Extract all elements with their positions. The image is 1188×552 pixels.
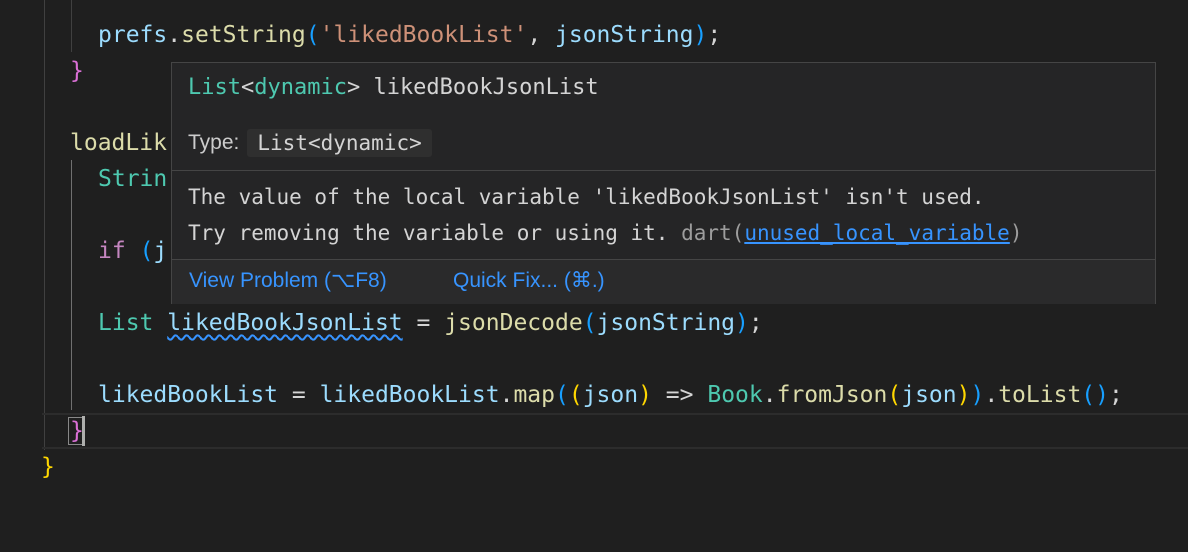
token: setString (181, 22, 306, 48)
token: } (70, 58, 84, 84)
sig-type: List (188, 75, 241, 100)
token: jsonDecode (444, 310, 583, 336)
token: ( (582, 310, 597, 336)
code-line-7[interactable]: likedBookList = likedBookList.map((json)… (98, 378, 1123, 412)
code-line-9[interactable]: } (41, 450, 55, 484)
code-line-3[interactable]: loadLik (70, 126, 167, 160)
code-line-5[interactable]: if (j (98, 234, 167, 268)
token: . (499, 382, 514, 408)
token: json (582, 382, 639, 408)
token: . (762, 382, 777, 408)
code-line-1[interactable]: prefs.setString('likedBookList', jsonStr… (98, 18, 721, 52)
hover-tooltip[interactable]: List<dynamic> likedBookJsonList Type: Li… (171, 62, 1156, 304)
token: jsonString (555, 22, 694, 48)
token: Strin (98, 166, 168, 192)
divider (172, 170, 1155, 171)
token: ; (1109, 382, 1123, 408)
token: ( (554, 382, 569, 408)
token: ) (638, 382, 652, 408)
token: ) (956, 382, 971, 408)
token: json (901, 382, 957, 408)
token: jsonString (596, 310, 736, 336)
token: likedBookList (98, 382, 279, 408)
token: likedBookList (319, 382, 500, 408)
token: ) (970, 382, 985, 408)
token: = (402, 310, 445, 336)
token: fromJson (776, 382, 888, 408)
hover-actions-bar: View Problem (⌥F8) Quick Fix... (⌘.) (172, 259, 1155, 304)
token: => (651, 382, 708, 408)
type-label: Type: (188, 131, 240, 154)
diagnostic-code-link[interactable]: unused_local_variable (744, 221, 1010, 245)
message-line-2: Try removing the variable or using it. (188, 221, 682, 245)
token: map (513, 382, 555, 408)
indent-guide-active (71, 160, 72, 410)
message-line-1: The value of the local variable 'likedBo… (188, 185, 985, 209)
token: prefs (98, 22, 168, 48)
sig-gt: > (346, 75, 361, 100)
unused-variable-token[interactable]: likedBookJsonList (167, 310, 402, 336)
diagnostic-source: dart( (681, 221, 745, 245)
code-editor[interactable]: prefs.setString('likedBookList', jsonStr… (0, 0, 1188, 552)
type-value: List<dynamic> (247, 129, 432, 157)
token: ( (568, 382, 583, 408)
token: ) (693, 22, 708, 48)
current-line-highlight (42, 413, 1188, 449)
sig-generic: dynamic (254, 75, 347, 100)
token: j (153, 238, 168, 264)
token: ( (139, 238, 154, 264)
token: = (278, 382, 320, 408)
sig-name: likedBookJsonList (360, 75, 599, 100)
token: . (984, 382, 999, 408)
code-line-4[interactable]: Strin (98, 162, 167, 196)
hover-type-row: Type: List<dynamic> (188, 129, 432, 157)
diagnostic-message: The value of the local variable 'likedBo… (188, 179, 1022, 251)
token: toList (998, 382, 1082, 408)
token: 'likedBookList' (319, 22, 528, 48)
indent-guide (71, 0, 72, 52)
token: ) (735, 310, 749, 336)
token: , (527, 22, 556, 48)
sig-lt: < (240, 75, 255, 100)
code-line-2[interactable]: } (70, 54, 84, 88)
token: ; (748, 310, 763, 336)
token: . (167, 22, 182, 48)
quick-fix-button[interactable]: Quick Fix... (⌘.) (453, 268, 605, 293)
hover-signature: List<dynamic> likedBookJsonList (188, 75, 599, 100)
token: ( (887, 382, 902, 408)
text-cursor (82, 416, 85, 446)
token: List (98, 310, 154, 336)
token: loadLik (70, 130, 167, 156)
token: Book (707, 382, 763, 408)
token: () (1081, 382, 1109, 408)
token: } (41, 454, 55, 480)
token: ( (305, 22, 320, 48)
indent-guide-outer (44, 0, 45, 450)
token: if (98, 238, 126, 264)
diagnostic-source-close: ) (1009, 221, 1023, 245)
token: ; (707, 22, 722, 48)
view-problem-button[interactable]: View Problem (⌥F8) (189, 268, 387, 293)
code-line-6[interactable]: List likedBookJsonList = jsonDecode(json… (98, 306, 763, 340)
